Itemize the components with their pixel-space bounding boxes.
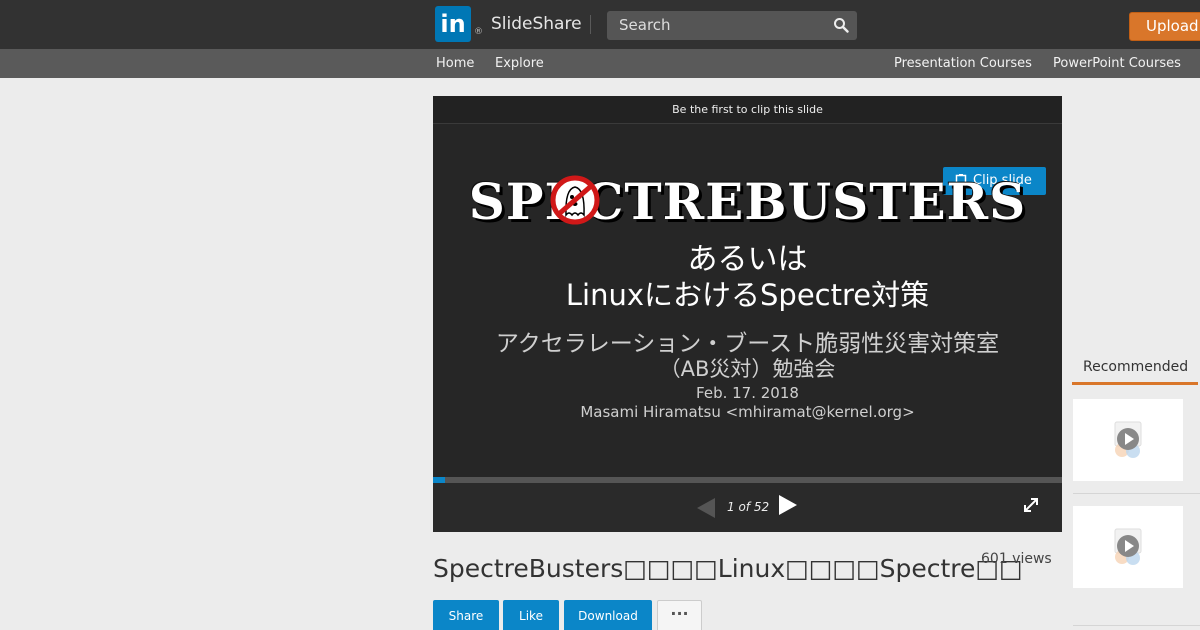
recommended-underline (1072, 382, 1198, 385)
previous-slide-icon[interactable] (697, 498, 715, 518)
recommended-heading: Recommended (1083, 359, 1189, 375)
recommended-card[interactable] (1073, 399, 1183, 481)
slide-line-2: LinuxにおけるSpectre対策 (565, 278, 930, 312)
like-button[interactable]: Like (503, 600, 559, 630)
sub-navigation: Home Explore Presentation Courses PowerP… (0, 49, 1200, 78)
header-divider (590, 15, 591, 34)
clip-banner: Be the first to clip this slide (433, 96, 1062, 124)
slide-line-4: （AB災対）勉強会 (659, 357, 836, 381)
view-count: 601 views (981, 551, 1052, 567)
video-thumbnail-icon (1114, 528, 1142, 565)
upload-button[interactable]: Upload (1129, 12, 1200, 41)
nav-home[interactable]: Home (436, 56, 474, 71)
slide-content[interactable]: Clip slide SPECTREBUSTERS あるいは Linuxにおける… (433, 124, 1062, 477)
nav-explore[interactable]: Explore (495, 56, 544, 71)
next-slide-icon[interactable] (779, 495, 797, 515)
slide-author: Masami Hiramatsu <mhiramat@kernel.org> (580, 403, 915, 421)
slide-title: SPECTREBUSTERS (468, 172, 1027, 231)
recommended-separator (1073, 625, 1200, 626)
download-button[interactable]: Download (564, 600, 652, 630)
registered-mark: ® (474, 27, 483, 37)
recommended-card[interactable] (1073, 506, 1183, 588)
more-options-button[interactable]: ··· (657, 600, 702, 630)
nav-presentation-courses[interactable]: Presentation Courses (894, 56, 1032, 71)
video-thumbnail-icon (1114, 421, 1142, 458)
player-controls: 1 of 52 (433, 483, 1062, 532)
fullscreen-icon[interactable] (1023, 497, 1039, 513)
share-button[interactable]: Share (433, 600, 499, 630)
recommended-separator (1073, 493, 1200, 494)
brand-name[interactable]: SlideShare (491, 14, 582, 34)
search-placeholder: Search (619, 16, 671, 34)
presentation-title: SpectreBusters□□□□Linux□□□□Spectre□□ (433, 554, 1023, 583)
slide-player: Be the first to clip this slide Clip sli… (433, 96, 1062, 532)
top-bar: in ® SlideShare Search Upload (0, 0, 1200, 49)
search-icon[interactable] (833, 17, 849, 33)
linkedin-logo[interactable]: in (435, 6, 471, 42)
ghostbusters-logo-icon (550, 175, 600, 225)
search-input[interactable]: Search (607, 11, 857, 40)
slide-date: Feb. 17. 2018 (696, 384, 799, 402)
nav-powerpoint-courses[interactable]: PowerPoint Courses (1053, 56, 1181, 71)
slide-counter: 1 of 52 (727, 500, 770, 514)
